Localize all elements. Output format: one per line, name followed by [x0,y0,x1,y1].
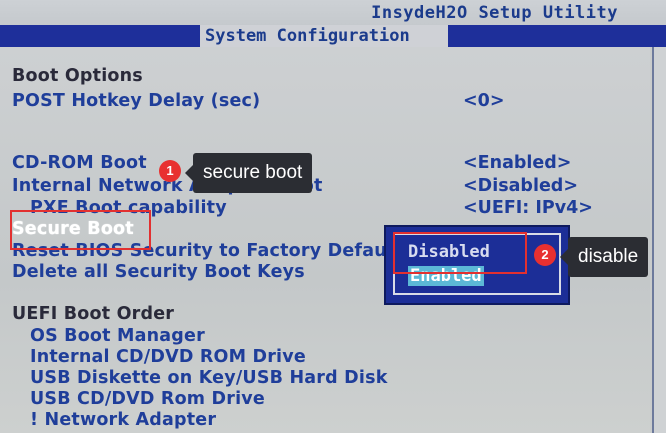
boot-order-item[interactable]: USB CD/DVD Rom Drive [30,389,265,409]
step-1-badge: 1 [159,160,181,182]
step-1-pointer [185,165,193,181]
step-1-tooltip: secure boot [193,153,313,193]
help-panel [654,47,666,433]
pxe-boot-capability-value[interactable]: <UEFI: IPv4> [463,198,593,218]
tab-bar-right [448,25,666,47]
utility-title: InsydeH2O Setup Utility [371,3,618,23]
delete-secure-boot-keys-label[interactable]: Delete all Security Boot Keys [12,262,305,282]
boot-order-item[interactable]: USB Diskette on Key/USB Hard Disk [30,368,388,388]
boot-order-item[interactable]: ! Network Adapter [30,410,216,430]
cdrom-boot-value[interactable]: <Enabled> [463,153,571,173]
secure-boot-highlight-box [10,210,151,250]
tab-system-configuration-label: System Configuration [205,26,410,46]
internal-network-adapter-boot-value[interactable]: <Disabled> [463,176,578,196]
step-2-tooltip: disable [568,237,649,277]
boot-order-item[interactable]: OS Boot Manager [30,326,205,346]
boot-options-heading: Boot Options [12,66,143,86]
disabled-highlight-box [393,232,527,274]
post-hotkey-delay-label[interactable]: POST Hotkey Delay (sec) [12,91,260,111]
post-hotkey-delay-value[interactable]: <0> [463,91,505,111]
step-2-pointer [560,249,568,265]
uefi-boot-order-heading: UEFI Boot Order [12,304,175,324]
cdrom-boot-label[interactable]: CD-ROM Boot [12,153,147,173]
step-2-badge: 2 [534,244,556,266]
boot-order-item[interactable]: Internal CD/DVD ROM Drive [30,347,306,367]
